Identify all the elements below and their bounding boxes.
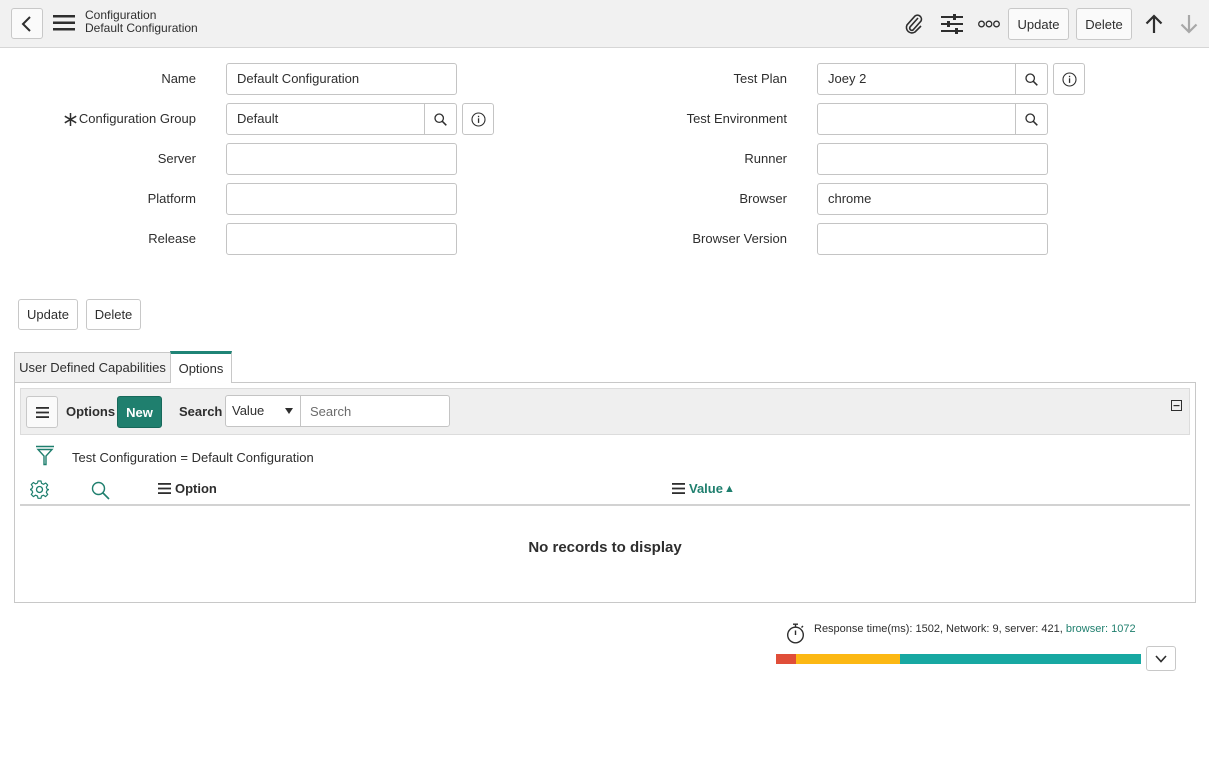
info-icon xyxy=(1061,71,1077,87)
sliders-icon[interactable] xyxy=(940,12,964,36)
column-header-value[interactable]: Value xyxy=(689,481,723,497)
header-delete-button[interactable]: Delete xyxy=(1076,8,1132,40)
filter-icon[interactable] xyxy=(35,445,55,466)
previous-record-icon[interactable] xyxy=(1143,12,1165,36)
menu-icon xyxy=(35,406,49,418)
column-header-option[interactable]: Option xyxy=(175,481,217,497)
platform-label: Platform xyxy=(147,191,196,206)
search-icon xyxy=(1025,72,1038,86)
browser-label: Browser xyxy=(739,191,787,206)
update-button[interactable]: Update xyxy=(18,299,78,330)
new-button[interactable]: New xyxy=(117,396,162,428)
test-environment-lookup-button[interactable] xyxy=(1015,103,1048,135)
list-title: Options xyxy=(66,404,116,419)
runner-label: Runner xyxy=(744,151,787,166)
column-menu-icon[interactable] xyxy=(158,483,171,494)
test-plan-field[interactable]: Joey 2 xyxy=(817,63,1016,95)
tab-options[interactable]: Options xyxy=(170,351,232,383)
empty-list-message: No records to display xyxy=(528,539,682,556)
sort-ascending-icon: ▲ xyxy=(724,483,735,495)
release-field[interactable] xyxy=(226,223,457,255)
record-name-title: Default Configuration xyxy=(85,21,198,35)
browser-version-field[interactable] xyxy=(817,223,1048,255)
chevron-left-icon xyxy=(21,15,31,32)
server-label: Server xyxy=(157,151,196,166)
delete-button[interactable]: Delete xyxy=(86,299,141,330)
configuration-group-field[interactable]: Default xyxy=(226,103,425,135)
filter-breadcrumb[interactable]: Test Configuration = Default Configurati… xyxy=(72,450,314,465)
response-time-expand-button[interactable] xyxy=(1146,646,1176,671)
configuration-group-lookup-button[interactable] xyxy=(424,103,457,135)
search-input[interactable] xyxy=(300,395,450,427)
form-header: Configuration Default Configuration Upda… xyxy=(0,0,1209,48)
more-options-icon[interactable] xyxy=(977,14,1001,34)
search-field-select[interactable]: Value xyxy=(225,395,301,427)
test-environment-field[interactable] xyxy=(817,103,1016,135)
back-button[interactable] xyxy=(11,8,43,39)
gear-icon[interactable] xyxy=(29,479,49,499)
test-plan-info-button[interactable] xyxy=(1053,63,1085,95)
server-time-segment xyxy=(796,654,900,664)
dropdown-arrow-icon xyxy=(285,408,293,414)
name-label: Name xyxy=(161,71,196,86)
test-plan-label: Test Plan xyxy=(733,71,787,86)
server-field[interactable] xyxy=(226,143,457,175)
network-time-segment xyxy=(776,654,796,664)
name-field[interactable]: Default Configuration xyxy=(226,63,457,95)
configuration-group-info-button[interactable] xyxy=(462,103,494,135)
stopwatch-icon[interactable] xyxy=(786,623,805,644)
list-menu-button[interactable] xyxy=(26,396,58,428)
tab-user-defined-capabilities[interactable]: User Defined Capabilities xyxy=(14,352,171,383)
header-update-button[interactable]: Update xyxy=(1008,8,1069,40)
search-field-selected: Value xyxy=(232,403,265,418)
test-environment-label: Test Environment xyxy=(686,111,787,126)
test-plan-lookup-button[interactable] xyxy=(1015,63,1048,95)
next-record-icon[interactable] xyxy=(1178,12,1200,36)
search-icon xyxy=(1025,112,1038,126)
info-icon xyxy=(470,111,486,127)
search-label: Search xyxy=(179,404,223,419)
browser-field[interactable]: chrome xyxy=(817,183,1048,215)
browser-time-link[interactable]: browser: 1072 xyxy=(1066,623,1136,635)
column-menu-icon[interactable] xyxy=(672,483,685,494)
configuration-group-label: Configuration Group xyxy=(78,111,196,126)
response-time-breakdown: Response time(ms): 1502, Network: 9, ser… xyxy=(814,623,1063,635)
collapse-icon[interactable] xyxy=(1170,399,1182,411)
paperclip-icon[interactable] xyxy=(903,12,925,36)
chevron-down-icon xyxy=(1155,654,1167,663)
search-icon[interactable] xyxy=(90,480,110,500)
platform-field[interactable] xyxy=(226,183,457,215)
header-divider xyxy=(20,504,1190,506)
menu-icon[interactable] xyxy=(53,14,75,32)
response-time-text: Response time(ms): 1502, Network: 9, ser… xyxy=(814,623,1136,636)
search-icon xyxy=(434,112,447,126)
browser-version-label: Browser Version xyxy=(692,231,787,246)
browser-time-segment xyxy=(900,654,1141,664)
release-label: Release xyxy=(148,231,196,246)
runner-field[interactable] xyxy=(817,143,1048,175)
